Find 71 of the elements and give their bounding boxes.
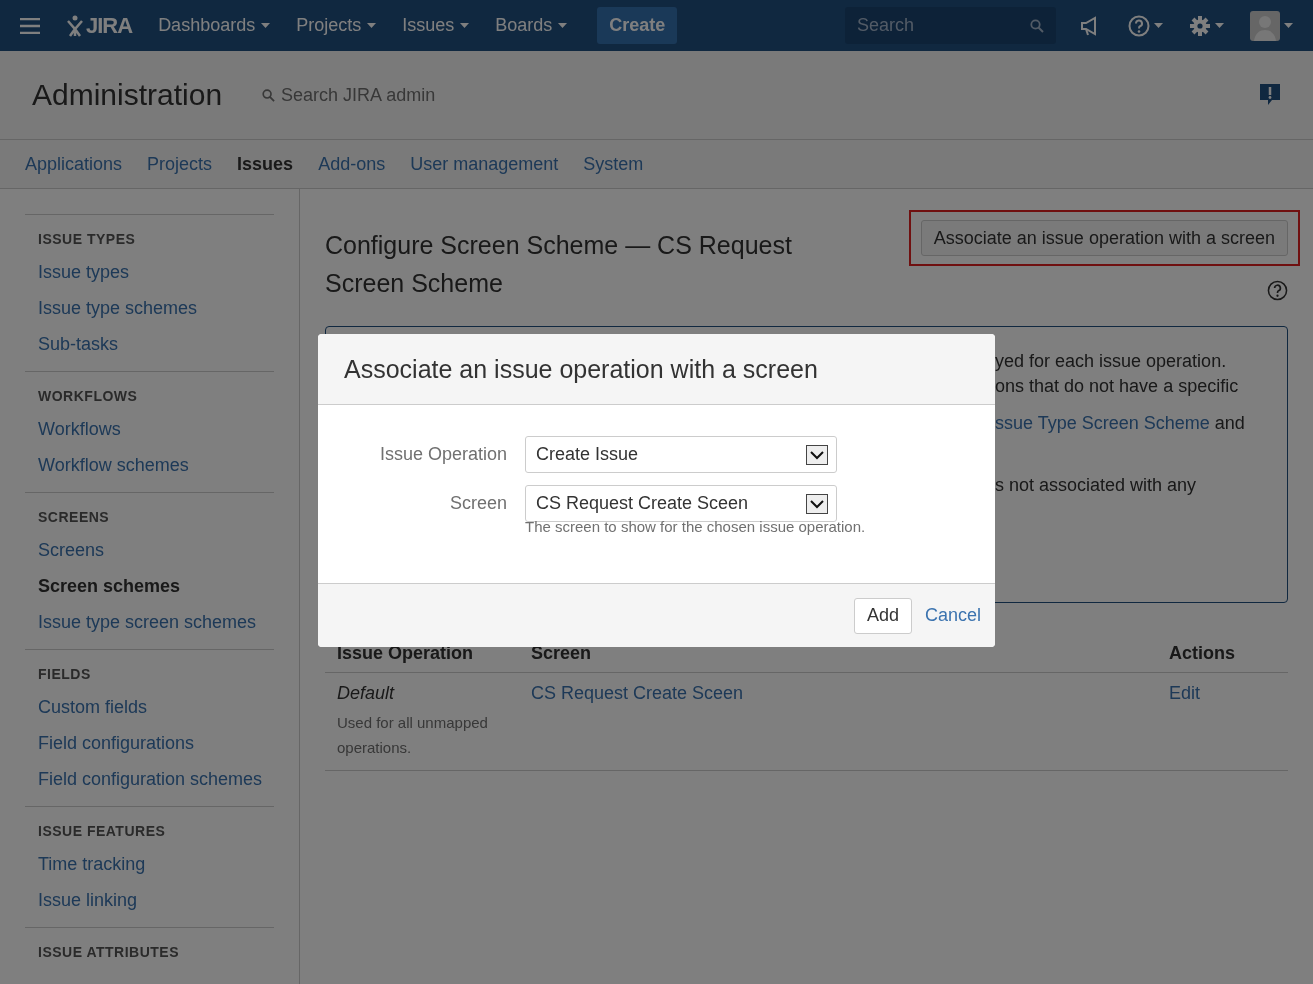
sidebar-item[interactable]: Field configurations [38,725,274,761]
edit-link[interactable]: Edit [1169,683,1201,703]
section-heading: ISSUE ATTRIBUTES [38,943,180,962]
avatar-icon [1250,10,1280,41]
settings-menu[interactable] [1189,14,1224,37]
admin-tab[interactable]: System [583,153,644,175]
info-text: and [1213,413,1245,433]
section-heading: SCREENS [38,508,111,527]
field-label: Issue Operation [378,444,507,465]
caret-icon [1284,23,1293,28]
menu-icon[interactable] [20,17,40,34]
admin-tab[interactable]: Issues [237,153,294,175]
help-icon [1128,14,1150,37]
section-heading: ISSUE TYPES [38,230,137,249]
caret-icon [460,23,470,28]
info-text: ons that do not have a specific [995,375,1240,398]
jira-logo[interactable]: JIRA [66,12,133,39]
section-heading: WORKFLOWS [38,387,139,406]
profile-menu[interactable] [1250,10,1293,41]
sidebar-item[interactable]: Screen schemes [38,568,274,604]
help-menu[interactable] [1128,14,1163,37]
column-header: Actions [1157,635,1288,673]
sidebar-item[interactable]: Issue type schemes [38,290,274,326]
sidebar-item[interactable]: Workflows [38,411,274,447]
info-text: yed for each issue operation. [995,350,1228,373]
cancel-link[interactable]: Cancel [924,605,981,626]
nav-menu[interactable]: Projects [296,15,377,36]
caret-icon [1215,23,1224,28]
feedback-icon[interactable] [1259,83,1281,107]
settings-icon [1189,14,1211,37]
select-field[interactable]: Create Issue [525,436,837,473]
sidebar-item[interactable]: Sub-tasks [38,326,274,362]
caret-icon [367,23,377,28]
select-field[interactable]: CS Request Create Sceen [525,485,837,522]
sidebar-item[interactable]: Issue linking [38,882,274,918]
sidebar-item[interactable]: Issue types [38,254,274,290]
admin-search-link[interactable]: Search JIRA admin [262,84,436,106]
caret-icon [558,23,568,28]
operation-name: Default [337,683,396,704]
create-button[interactable]: Create [597,7,678,44]
add-button[interactable]: Add [853,597,912,634]
sidebar-item[interactable]: Custom fields [38,689,274,725]
operation-description: Used for all unmapped operations. [337,713,489,758]
associate-button[interactable]: Associate an issue operation with a screen [920,220,1288,256]
screen-link[interactable]: CS Request Create Sceen [531,683,744,703]
admin-tab[interactable]: Applications [25,153,123,175]
page-title: Configure Screen Scheme — CS Request Screen Scheme [325,230,793,299]
section-heading: FIELDS [38,665,92,684]
sidebar-item[interactable]: Workflow schemes [38,447,274,483]
section-heading: ISSUE FEATURES [38,822,167,841]
caret-icon [1154,23,1163,28]
admin-tab[interactable]: Add-ons [318,153,386,175]
sidebar-item[interactable]: Issue type screen schemes [38,604,274,640]
sidebar-item[interactable]: Time tracking [38,846,274,882]
sidebar-item[interactable]: Screens [38,532,274,568]
dialog-title: Associate an issue operation with a screen [344,354,818,384]
search-icon [262,88,276,102]
search-icon [1030,18,1044,33]
nav-menu[interactable]: Issues [402,15,470,36]
admin-tab[interactable]: Projects [147,153,213,175]
nav-menu[interactable]: Boards [495,15,568,36]
help-icon[interactable] [1267,280,1288,301]
search-field[interactable]: Search [845,7,1056,44]
admin-tab[interactable]: User management [410,153,559,175]
nav-menu[interactable]: Dashboards [158,15,271,36]
caret-icon [261,23,271,28]
field-label: Screen [448,493,507,514]
sidebar-item[interactable]: Field configuration schemes [38,761,274,797]
page-heading: Administration [32,78,223,112]
scheme-link[interactable]: ssue Type Screen Scheme [995,413,1210,433]
info-text: s not associated with any [995,474,1198,497]
